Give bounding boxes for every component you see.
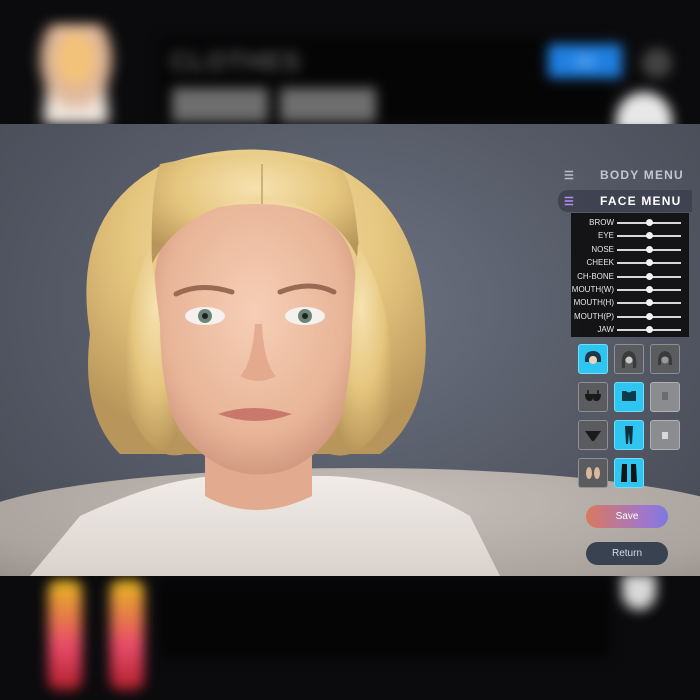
bottom-empty-item[interactable] (650, 420, 680, 450)
boots-icon (618, 462, 640, 484)
hair-short-bob-item[interactable] (578, 344, 608, 374)
hair-medium-item[interactable] (650, 344, 680, 374)
slider-track[interactable] (617, 299, 681, 307)
list-icon: ☰ (564, 195, 576, 208)
slider-handle[interactable] (646, 326, 653, 334)
face-menu-label: FACE MENU (600, 194, 682, 208)
crop-top-icon (618, 386, 640, 408)
save-button[interactable]: Save (586, 505, 668, 528)
slider-handle[interactable] (646, 245, 653, 253)
slider-ch-bone[interactable]: CH-BONE (571, 270, 689, 283)
slider-label: NOSE (591, 244, 614, 254)
slider-eye[interactable]: EYE (571, 229, 689, 242)
slider-track[interactable] (617, 259, 681, 267)
slider-track[interactable] (617, 272, 681, 280)
body-menu-label: BODY MENU (600, 168, 684, 182)
slider-track[interactable] (617, 232, 681, 240)
slider-handle[interactable] (646, 232, 653, 240)
hair-long-icon (618, 348, 640, 370)
bottom-underwear-item[interactable] (578, 420, 608, 450)
slider-label: EYE (597, 231, 614, 241)
background-item-icon (622, 574, 656, 610)
face-slider-panel: BROW EYE NOSE CHEEK CH-BONE MOUTH(W) MOUTH(H) M… (571, 213, 689, 337)
top-bra-item[interactable] (578, 382, 608, 412)
slider-jaw[interactable]: JAW (571, 323, 689, 336)
background-circle-icon (642, 48, 672, 78)
shirt-placeholder-icon (654, 386, 676, 408)
slider-handle[interactable] (646, 312, 653, 320)
slider-label: CH-BONE (577, 271, 614, 281)
slider-mouth-h[interactable]: MOUTH(H) (571, 296, 689, 309)
pants-icon (618, 424, 640, 446)
background-avatar-leg (110, 580, 144, 690)
face-menu-tab[interactable]: ☰ FACE MENU (558, 190, 692, 212)
shoes-sandals-item[interactable] (578, 458, 608, 488)
top-crop-item[interactable] (614, 382, 644, 412)
background-thumbnail (172, 88, 268, 122)
slider-label: CHEEK (586, 258, 614, 268)
slider-mouth-w[interactable]: MOUTH(W) (571, 283, 689, 296)
slider-label: BROW (589, 218, 614, 227)
background-ok-button: OK (548, 44, 622, 78)
background-thumbnail (280, 88, 376, 122)
slider-label: MOUTH(P) (574, 311, 614, 321)
slider-handle[interactable] (646, 286, 653, 293)
sandals-icon (582, 462, 604, 484)
top-empty-item[interactable] (650, 382, 680, 412)
slider-label: JAW (597, 325, 614, 335)
pants-placeholder-icon (654, 424, 676, 446)
slider-label: MOUTH(H) (573, 298, 614, 308)
slider-handle[interactable] (646, 259, 653, 267)
slider-track[interactable] (617, 326, 681, 334)
background-bottom-panel (160, 578, 610, 658)
game-viewport[interactable]: ☰ BODY MENU ☰ FACE MENU BROW EYE NOSE CHEEK… (0, 124, 700, 576)
bra-icon (582, 386, 604, 408)
slider-track[interactable] (617, 245, 681, 253)
hair-long-item[interactable] (614, 344, 644, 374)
background-clothes-title: CLOTHES (170, 46, 302, 76)
slider-brow[interactable]: BROW (571, 216, 689, 229)
return-button[interactable]: Return (586, 542, 668, 565)
hair-medium-icon (654, 348, 676, 370)
list-icon: ☰ (564, 169, 576, 182)
slider-mouth-p[interactable]: MOUTH(P) (571, 310, 689, 323)
underwear-icon (582, 424, 604, 446)
slider-nose[interactable]: NOSE (571, 243, 689, 256)
slider-label: MOUTH(W) (571, 285, 614, 294)
slider-track[interactable] (617, 219, 681, 226)
body-menu-tab[interactable]: ☰ BODY MENU (558, 165, 692, 185)
background-avatar-preview (28, 24, 124, 124)
slider-handle[interactable] (646, 272, 653, 280)
bottom-pants-item[interactable] (614, 420, 644, 450)
slider-track[interactable] (617, 286, 681, 293)
shoes-boots-item[interactable] (614, 458, 644, 488)
slider-cheek[interactable]: CHEEK (571, 256, 689, 269)
background-avatar-leg (48, 580, 82, 690)
slider-handle[interactable] (646, 299, 653, 307)
slider-track[interactable] (617, 312, 681, 320)
slider-handle[interactable] (646, 219, 653, 226)
hair-bob-icon (582, 348, 604, 370)
